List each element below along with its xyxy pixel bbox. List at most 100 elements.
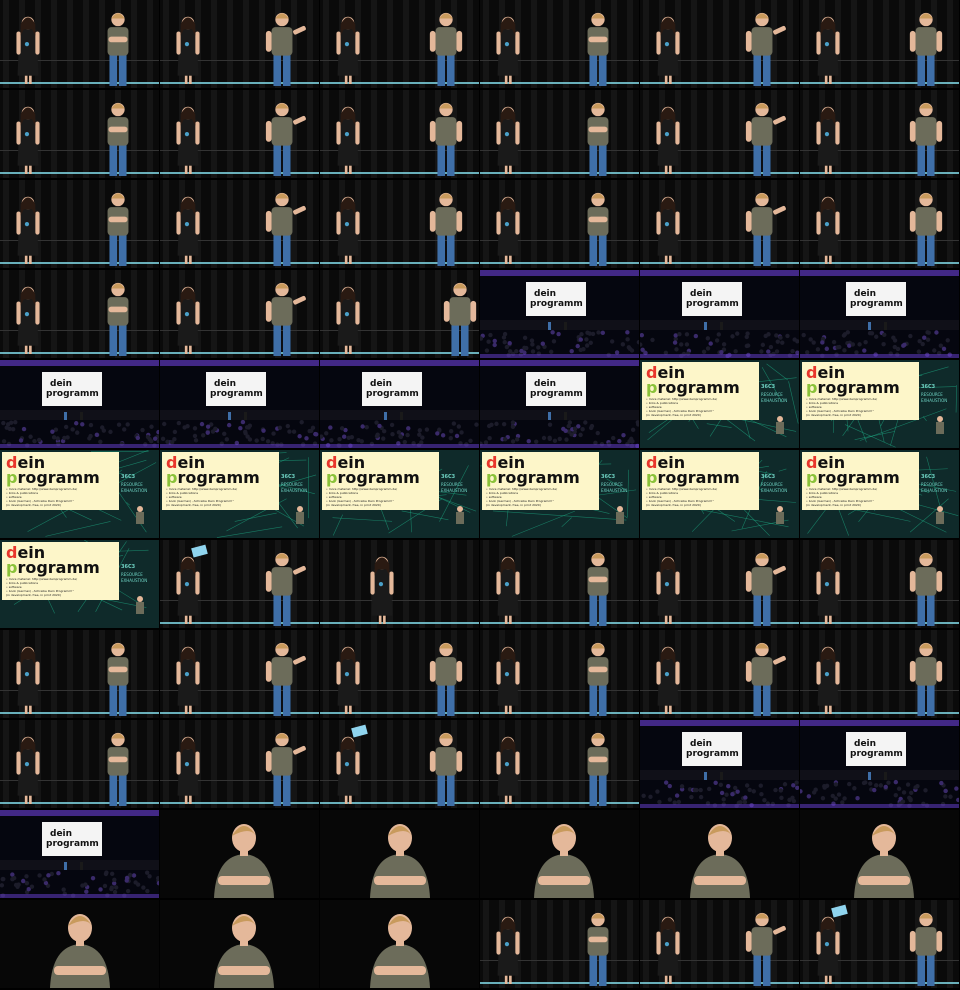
- video-frame-thumbnail: dein programm: [800, 720, 959, 808]
- stage-edge-light: [640, 172, 799, 174]
- conference-mark: 36C3: [761, 474, 776, 480]
- stage-edge-light: [800, 622, 959, 624]
- video-frame-thumbnail: [160, 540, 319, 628]
- screen-logo-dein: dein: [690, 739, 712, 749]
- frame-image: [800, 90, 959, 178]
- conference-mark: RESOURCE: [441, 482, 463, 487]
- frame-image: deinprogramm• more material: http://www.…: [800, 360, 959, 448]
- frame-image: deinprogramm: [800, 720, 959, 808]
- conference-mark: EXHAUSTION: [761, 488, 787, 493]
- video-frame-thumbnail: dein programm: [800, 270, 959, 358]
- stage-edge-light: [320, 172, 479, 174]
- video-frame-thumbnail: [640, 540, 799, 628]
- frame-image: [160, 180, 319, 268]
- video-frame-thumbnail: dein programm: [320, 360, 479, 448]
- video-frame-thumbnail: [160, 900, 319, 988]
- video-frame-thumbnail: [320, 180, 479, 268]
- slide-bullet: (in development, free, in print 2020): [646, 503, 701, 507]
- video-frame-thumbnail: [160, 90, 319, 178]
- frame-image: [480, 900, 639, 988]
- video-frame-thumbnail: dein programm • more material: http://www.…: [0, 540, 159, 628]
- stage-edge-light: [800, 172, 959, 174]
- frame-image: [0, 630, 159, 718]
- frame-image: [480, 630, 639, 718]
- frame-image: [320, 0, 479, 88]
- conference-mark: 36C3: [921, 384, 936, 390]
- screen-logo-programm: programm: [850, 749, 903, 759]
- speaker-inset: [936, 512, 944, 524]
- frame-image: [800, 810, 959, 898]
- video-frame-thumbnail: [640, 900, 799, 988]
- stage-edge-light: [0, 352, 159, 354]
- video-frame-thumbnail: [640, 0, 799, 88]
- slide-logo-programm: programm: [6, 558, 100, 577]
- frame-image: deinprogramm• more material: http://www.…: [480, 450, 639, 538]
- video-frame-thumbnail: [480, 540, 639, 628]
- stage-edge-light: [0, 802, 159, 804]
- video-frame-thumbnail: [480, 180, 639, 268]
- frame-image: [640, 180, 799, 268]
- frame-image: [480, 810, 639, 898]
- frame-image: deinprogramm: [640, 270, 799, 358]
- slide-logo-programm: programm: [806, 468, 900, 487]
- conference-mark: 36C3: [441, 474, 456, 480]
- video-frame-thumbnail: dein programm: [640, 270, 799, 358]
- frame-image: [160, 720, 319, 808]
- video-frame-thumbnail: [480, 630, 639, 718]
- video-frame-thumbnail: [640, 810, 799, 898]
- frame-image: [160, 900, 319, 988]
- conference-mark: RESOURCE: [281, 482, 303, 487]
- slide-bullet: (in development, free, in print 2020): [646, 413, 701, 417]
- stage-edge-light: [160, 352, 319, 354]
- frame-image: [480, 90, 639, 178]
- video-frame-thumbnail: [480, 720, 639, 808]
- frame-image: deinprogramm: [640, 720, 799, 808]
- frame-image: [640, 630, 799, 718]
- speaker-inset: [616, 512, 624, 524]
- slide-bullet: (in development, free, in print 2020): [806, 503, 861, 507]
- frame-image: deinprogramm: [480, 360, 639, 448]
- video-frame-thumbnail: [160, 180, 319, 268]
- video-frame-thumbnail: [0, 90, 159, 178]
- screen-logo-dein: dein: [214, 379, 236, 389]
- video-frame-thumbnail: [800, 630, 959, 718]
- stage-edge-light: [320, 712, 479, 714]
- stage-edge-light: [160, 712, 319, 714]
- stage-edge-light: [160, 262, 319, 264]
- video-frame-thumbnail: dein programm • more material: http://www.…: [0, 450, 159, 538]
- slide-logo-programm: programm: [806, 378, 900, 397]
- frame-image: [480, 180, 639, 268]
- frame-image: [0, 270, 159, 358]
- stage-edge-light: [640, 262, 799, 264]
- slide-bullet: (in development, free, in print 2020): [6, 503, 61, 507]
- video-frame-thumbnail: dein programm • more material: http://www.…: [800, 450, 959, 538]
- frame-image: [0, 900, 159, 988]
- conference-mark: EXHAUSTION: [441, 488, 467, 493]
- video-frame-thumbnail: [160, 810, 319, 898]
- slide-logo-programm: programm: [166, 468, 260, 487]
- stage-edge-light: [480, 982, 639, 984]
- video-frame-thumbnail: [480, 900, 639, 988]
- conference-mark: RESOURCE: [921, 482, 943, 487]
- frame-image: [320, 810, 479, 898]
- frame-image: [480, 540, 639, 628]
- frame-image: deinprogramm: [0, 810, 159, 898]
- stage-edge-light: [800, 262, 959, 264]
- screen-logo-dein: dein: [854, 289, 876, 299]
- video-frame-thumbnail: dein programm • more material: http://www.…: [800, 360, 959, 448]
- video-frame-thumbnail: dein programm • more material: http://www.…: [640, 360, 799, 448]
- conference-mark: 36C3: [121, 564, 136, 570]
- frame-image: [800, 540, 959, 628]
- screen-logo-dein: dein: [690, 289, 712, 299]
- slide-bullet: (in development, free, in print 2020): [6, 593, 61, 597]
- frame-image: deinprogramm: [160, 360, 319, 448]
- frame-image: [320, 630, 479, 718]
- conference-mark: EXHAUSTION: [121, 578, 147, 583]
- video-frame-thumbnail: [160, 0, 319, 88]
- screen-logo-programm: programm: [850, 299, 903, 309]
- stage-edge-light: [480, 802, 639, 804]
- conference-mark: RESOURCE: [761, 482, 783, 487]
- stage-edge-light: [160, 172, 319, 174]
- stage-edge-light: [480, 262, 639, 264]
- video-frame-thumbnail: dein programm: [480, 270, 639, 358]
